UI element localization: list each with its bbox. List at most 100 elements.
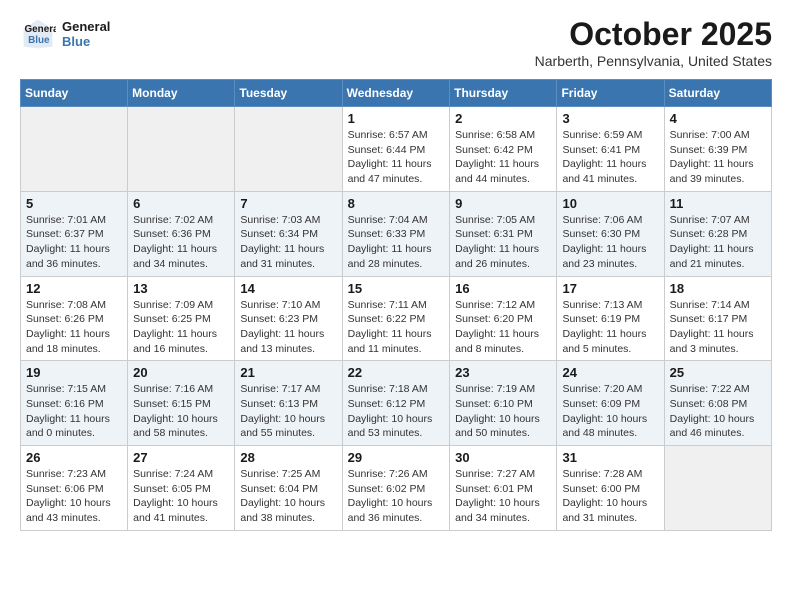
calendar-day-31: 31 Sunrise: 7:28 AM Sunset: 6:00 PM Dayli… [557,446,664,531]
day-info: Sunrise: 6:58 AM Sunset: 6:42 PM Dayligh… [455,128,551,187]
calendar-day-empty [21,107,128,192]
day-number: 2 [455,111,551,126]
calendar-day-10: 10Sunrise: 7:06 AM Sunset: 6:30 PM Dayli… [557,191,664,276]
day-info: Sunrise: 7:06 AM Sunset: 6:30 PM Dayligh… [562,213,658,272]
calendar-header-thursday: Thursday [450,80,557,107]
day-number: 26 [26,450,122,465]
calendar-day-19: 19 Sunrise: 7:15 AM Sunset: 6:16 PM Dayli… [21,361,128,446]
svg-text:General: General [25,24,57,35]
day-info: Sunrise: 7:11 AM Sunset: 6:22 PM Dayligh… [348,298,445,357]
day-info: Sunrise: 7:28 AM Sunset: 6:00 PM Dayligh… [562,467,658,526]
day-info: Sunrise: 7:25 AM Sunset: 6:04 PM Dayligh… [240,467,336,526]
day-number: 25 [670,365,766,380]
logo-text-blue: Blue [62,34,110,49]
day-info: Sunrise: 7:03 AM Sunset: 6:34 PM Dayligh… [240,213,336,272]
calendar-day-11: 11Sunrise: 7:07 AM Sunset: 6:28 PM Dayli… [664,191,771,276]
calendar-day-28: 28 Sunrise: 7:25 AM Sunset: 6:04 PM Dayli… [235,446,342,531]
calendar-day-9: 9Sunrise: 7:05 AM Sunset: 6:31 PM Daylig… [450,191,557,276]
day-number: 18 [670,281,766,296]
day-info: Sunrise: 7:16 AM Sunset: 6:15 PM Dayligh… [133,382,229,441]
calendar-header-sunday: Sunday [21,80,128,107]
day-number: 28 [240,450,336,465]
day-number: 19 [26,365,122,380]
day-number: 23 [455,365,551,380]
calendar-day-2: 2 Sunrise: 6:58 AM Sunset: 6:42 PM Daylig… [450,107,557,192]
day-info: Sunrise: 7:01 AM Sunset: 6:37 PM Dayligh… [26,213,122,272]
calendar-day-22: 22 Sunrise: 7:18 AM Sunset: 6:12 PM Dayli… [342,361,450,446]
day-info: Sunrise: 7:12 AM Sunset: 6:20 PM Dayligh… [455,298,551,357]
calendar-day-empty [235,107,342,192]
calendar-header-friday: Friday [557,80,664,107]
day-info: Sunrise: 7:09 AM Sunset: 6:25 PM Dayligh… [133,298,229,357]
calendar-header-tuesday: Tuesday [235,80,342,107]
calendar-header-saturday: Saturday [664,80,771,107]
day-info: Sunrise: 7:18 AM Sunset: 6:12 PM Dayligh… [348,382,445,441]
calendar-day-16: 16 Sunrise: 7:12 AM Sunset: 6:20 PM Dayli… [450,276,557,361]
day-info: Sunrise: 6:57 AM Sunset: 6:44 PM Dayligh… [348,128,445,187]
svg-text:Blue: Blue [28,35,50,46]
calendar-week-row: 5 Sunrise: 7:01 AM Sunset: 6:37 PM Daylig… [21,191,772,276]
calendar-week-row: 1 Sunrise: 6:57 AM Sunset: 6:44 PM Daylig… [21,107,772,192]
calendar-day-12: 12 Sunrise: 7:08 AM Sunset: 6:26 PM Dayli… [21,276,128,361]
day-info: Sunrise: 7:08 AM Sunset: 6:26 PM Dayligh… [26,298,122,357]
day-number: 12 [26,281,122,296]
calendar-week-row: 26 Sunrise: 7:23 AM Sunset: 6:06 PM Dayli… [21,446,772,531]
day-number: 8 [348,196,445,211]
logo-text-general: General [62,19,110,34]
day-number: 17 [562,281,658,296]
day-number: 30 [455,450,551,465]
location-subtitle: Narberth, Pennsylvania, United States [535,53,772,69]
calendar-day-20: 20 Sunrise: 7:16 AM Sunset: 6:15 PM Dayli… [128,361,235,446]
day-info: Sunrise: 7:24 AM Sunset: 6:05 PM Dayligh… [133,467,229,526]
day-number: 7 [240,196,336,211]
day-info: Sunrise: 7:02 AM Sunset: 6:36 PM Dayligh… [133,213,229,272]
calendar-day-6: 6Sunrise: 7:02 AM Sunset: 6:36 PM Daylig… [128,191,235,276]
calendar-day-8: 8Sunrise: 7:04 AM Sunset: 6:33 PM Daylig… [342,191,450,276]
logo-icon: General Blue [20,16,56,52]
day-info: Sunrise: 7:23 AM Sunset: 6:06 PM Dayligh… [26,467,122,526]
title-block: October 2025 Narberth, Pennsylvania, Uni… [535,16,772,69]
calendar-day-15: 15Sunrise: 7:11 AM Sunset: 6:22 PM Dayli… [342,276,450,361]
day-info: Sunrise: 7:15 AM Sunset: 6:16 PM Dayligh… [26,382,122,441]
day-info: Sunrise: 7:00 AM Sunset: 6:39 PM Dayligh… [670,128,766,187]
calendar-week-row: 19 Sunrise: 7:15 AM Sunset: 6:16 PM Dayli… [21,361,772,446]
day-number: 22 [348,365,445,380]
logo: General Blue General Blue [20,16,110,52]
day-number: 27 [133,450,229,465]
day-info: Sunrise: 7:10 AM Sunset: 6:23 PM Dayligh… [240,298,336,357]
day-number: 5 [26,196,122,211]
calendar-day-26: 26 Sunrise: 7:23 AM Sunset: 6:06 PM Dayli… [21,446,128,531]
day-number: 21 [240,365,336,380]
calendar-day-13: 13 Sunrise: 7:09 AM Sunset: 6:25 PM Dayli… [128,276,235,361]
page-header: General Blue General Blue October 2025 N… [20,16,772,69]
day-info: Sunrise: 7:14 AM Sunset: 6:17 PM Dayligh… [670,298,766,357]
calendar-header-wednesday: Wednesday [342,80,450,107]
day-number: 20 [133,365,229,380]
day-number: 16 [455,281,551,296]
calendar-day-30: 30 Sunrise: 7:27 AM Sunset: 6:01 PM Dayli… [450,446,557,531]
day-number: 1 [348,111,445,126]
day-number: 11 [670,196,766,211]
calendar-day-29: 29Sunrise: 7:26 AM Sunset: 6:02 PM Dayli… [342,446,450,531]
calendar-day-1: 1 Sunrise: 6:57 AM Sunset: 6:44 PM Daylig… [342,107,450,192]
day-number: 4 [670,111,766,126]
day-info: Sunrise: 7:26 AM Sunset: 6:02 PM Dayligh… [348,467,445,526]
calendar-header-row: SundayMondayTuesdayWednesdayThursdayFrid… [21,80,772,107]
month-title: October 2025 [535,16,772,53]
day-number: 3 [562,111,658,126]
day-info: Sunrise: 7:27 AM Sunset: 6:01 PM Dayligh… [455,467,551,526]
calendar-table: SundayMondayTuesdayWednesdayThursdayFrid… [20,79,772,531]
day-number: 13 [133,281,229,296]
day-number: 9 [455,196,551,211]
calendar-day-4: 4 Sunrise: 7:00 AM Sunset: 6:39 PM Daylig… [664,107,771,192]
calendar-day-5: 5 Sunrise: 7:01 AM Sunset: 6:37 PM Daylig… [21,191,128,276]
calendar-day-23: 23Sunrise: 7:19 AM Sunset: 6:10 PM Dayli… [450,361,557,446]
calendar-day-14: 14Sunrise: 7:10 AM Sunset: 6:23 PM Dayli… [235,276,342,361]
calendar-day-3: 3 Sunrise: 6:59 AM Sunset: 6:41 PM Daylig… [557,107,664,192]
day-number: 31 [562,450,658,465]
calendar-week-row: 12 Sunrise: 7:08 AM Sunset: 6:26 PM Dayli… [21,276,772,361]
day-info: Sunrise: 6:59 AM Sunset: 6:41 PM Dayligh… [562,128,658,187]
calendar-day-empty [664,446,771,531]
calendar-day-7: 7 Sunrise: 7:03 AM Sunset: 6:34 PM Daylig… [235,191,342,276]
day-number: 24 [562,365,658,380]
